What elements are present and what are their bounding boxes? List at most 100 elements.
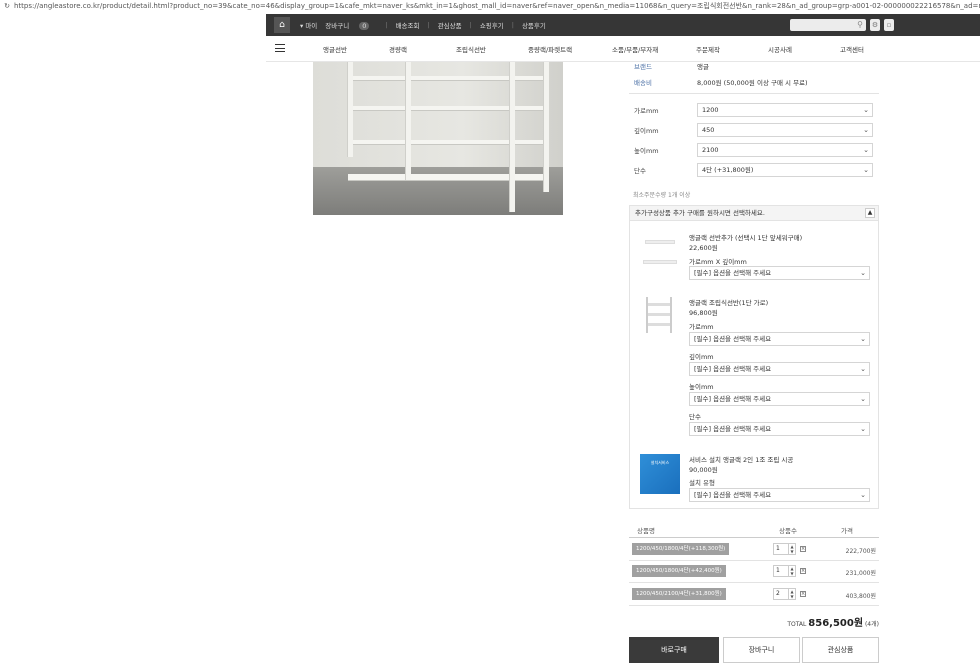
option-select[interactable]: 4단 (+31,800원) ⌄ <box>697 163 873 177</box>
option-height: 높이mm 2100 ⌄ <box>629 142 879 158</box>
chevron-down-icon: ⌄ <box>860 335 866 343</box>
addon-select[interactable]: [필수] 옵션을 선택해 주세요 ⌄ <box>689 392 870 406</box>
quantity-input[interactable]: 1 <box>773 565 789 577</box>
col-price: 가격 <box>841 527 853 535</box>
top-links: ▾ 마이 장바구니 0 | 배송조회 | 관심상품 | 쇼핑후기 | 상품후기 <box>300 14 554 36</box>
item-amount: 403,800원 <box>845 593 876 600</box>
addon-field-label: 가로mm <box>689 323 714 331</box>
divider: | <box>511 21 514 29</box>
option-tiers: 단수 4단 (+31,800원) ⌄ <box>629 162 879 178</box>
quantity-stepper[interactable]: ▲ ▼ <box>788 565 796 577</box>
top-link-review[interactable]: 쇼핑후기 <box>480 20 504 30</box>
option-label: 가로mm <box>634 107 659 115</box>
addon-select[interactable]: [필수] 옵션을 선택해 주세요 ⌄ <box>689 422 870 436</box>
chevron-down-icon: ⌄ <box>863 146 869 154</box>
addon-name: 앵글랙 선반추가 (선택시 1단 앞세워구매) <box>689 234 803 242</box>
brand-label: 브랜드 <box>634 63 652 71</box>
nav-item-7[interactable]: 시공사례 <box>768 44 792 54</box>
selected-items-header: 상품명 상품수 가격 <box>629 520 879 538</box>
home-icon[interactable]: ⌂ <box>274 17 290 33</box>
chevron-down-icon: ⌄ <box>860 395 866 403</box>
top-link-my[interactable]: ▾ 마이 <box>300 20 317 30</box>
shelf-board-thumbnail <box>640 232 680 268</box>
option-select[interactable]: 1200 ⌄ <box>697 103 873 117</box>
divider <box>629 93 879 94</box>
thumb-bar <box>648 303 670 306</box>
brand-value: 앵글 <box>697 63 709 71</box>
option-select[interactable]: 450 ⌄ <box>697 123 873 137</box>
option-label: 높이mm <box>634 147 659 155</box>
item-name: 1200/450/2100/4단(+31,800원) <box>632 588 726 600</box>
option-depth: 깊이mm 450 ⌄ <box>629 122 879 138</box>
browser-url-bar[interactable]: ↻ https://angleastore.co.kr/product/detai… <box>0 0 980 12</box>
col-qty: 상품수 <box>779 527 797 535</box>
settings-icon[interactable]: ⚙ <box>870 19 880 31</box>
total-label: TOTAL <box>787 621 807 628</box>
photo-post <box>347 62 353 157</box>
photo-shelf <box>348 106 548 111</box>
delete-icon[interactable]: × <box>800 568 806 574</box>
photo-post <box>509 62 515 212</box>
buy-now-button[interactable]: 바로구매 <box>629 637 719 663</box>
additional-products-header[interactable]: 추가구성상품 추가 구매를 원하시면 선택하세요. ▲ <box>629 205 879 221</box>
item-amount: 231,000원 <box>845 570 876 577</box>
table-row: 1200/450/1800/4단(+118,300원) 1 ▲ ▼ × 222,7… <box>629 539 879 561</box>
product-image <box>313 62 563 215</box>
addon-name: 서비스 설치 앵글랙 2인 1조 조립 시공 <box>689 456 794 464</box>
menu-icon[interactable] <box>275 44 285 52</box>
quantity-stepper[interactable]: ▲ ▼ <box>788 543 796 555</box>
addon-select[interactable]: [필수] 옵션을 선택해 주세요 ⌄ <box>689 488 870 502</box>
item-amount: 222,700원 <box>845 548 876 555</box>
quantity-input[interactable]: 1 <box>773 543 789 555</box>
option-select[interactable]: 2100 ⌄ <box>697 143 873 157</box>
item-name: 1200/450/1800/4단(+118,300원) <box>632 543 730 555</box>
table-row: 1200/450/1800/4단(+42,400원) 1 ▲ ▼ × 231,00… <box>629 561 879 583</box>
chevron-down-icon: ⌄ <box>860 269 866 277</box>
thumb-bar <box>648 313 670 316</box>
item-name: 1200/450/1800/4단(+42,400원) <box>632 565 726 577</box>
cart-count-badge: 0 <box>359 22 370 30</box>
quantity-input[interactable]: 2 <box>773 588 789 600</box>
quantity-stepper[interactable]: ▲ ▼ <box>788 588 796 600</box>
nav-item-1[interactable]: 앵글선반 <box>323 44 347 54</box>
nav-item-5[interactable]: 소품/부품/부자재 <box>612 44 658 54</box>
cart-icon[interactable]: ▫ <box>884 19 894 31</box>
nav-item-4[interactable]: 중량랙/파렛트랙 <box>528 44 572 54</box>
addon-select[interactable]: [필수] 옵션을 선택해 주세요 ⌄ <box>689 266 870 280</box>
search-icon[interactable]: ⚲ <box>857 19 863 31</box>
collapse-toggle[interactable]: ▲ <box>865 208 875 218</box>
total-count: (4개) <box>864 621 879 628</box>
total-amount: 856,500원 <box>808 618 864 629</box>
addon-price: 22,600원 <box>689 244 718 252</box>
top-link-product-review[interactable]: 상품후기 <box>522 20 546 30</box>
nav-item-8[interactable]: 고객센터 <box>840 44 864 54</box>
top-link-cart[interactable]: 장바구니 0 <box>325 20 377 30</box>
top-link-wishlist[interactable]: 관심상품 <box>438 20 462 30</box>
back-arrow-icon[interactable]: ↻ <box>0 0 14 12</box>
option-label: 단수 <box>634 167 646 175</box>
shipping-value: 8,000원 (50,000원 이상 구매 시 무료) <box>697 79 808 87</box>
chevron-down-icon: ⌄ <box>863 126 869 134</box>
nav-item-6[interactable]: 주문제작 <box>696 44 720 54</box>
delete-icon[interactable]: × <box>800 546 806 552</box>
addon-field-label: 설치 유형 <box>689 479 715 487</box>
add-to-cart-button[interactable]: 장바구니 <box>723 637 800 663</box>
addon-select[interactable]: [필수] 옵션을 선택해 주세요 ⌄ <box>689 332 870 346</box>
delete-icon[interactable]: × <box>800 591 806 597</box>
addon-field-label: 높이mm <box>689 383 714 391</box>
nav-item-3[interactable]: 조립식선반 <box>456 44 486 54</box>
chevron-down-icon: ⌄ <box>860 491 866 499</box>
photo-shelf <box>348 174 548 181</box>
nav-item-2[interactable]: 경량랙 <box>389 44 407 54</box>
install-service-thumbnail: 설치서비스 <box>640 454 680 494</box>
shipping-label: 배송비 <box>634 79 652 87</box>
thumb-bar <box>645 240 675 244</box>
addon-select[interactable]: [필수] 옵션을 선택해 주세요 ⌄ <box>689 362 870 376</box>
chevron-down-icon: ⌄ <box>860 365 866 373</box>
addon-field-label: 단수 <box>689 413 701 421</box>
addon-field-label: 가로mm X 깊이mm <box>689 258 747 266</box>
addon-price: 90,000원 <box>689 466 718 474</box>
search-input[interactable]: ⚲ <box>790 19 866 31</box>
wishlist-button[interactable]: 관심상품 <box>802 637 879 663</box>
top-link-delivery[interactable]: 배송조회 <box>396 20 420 30</box>
